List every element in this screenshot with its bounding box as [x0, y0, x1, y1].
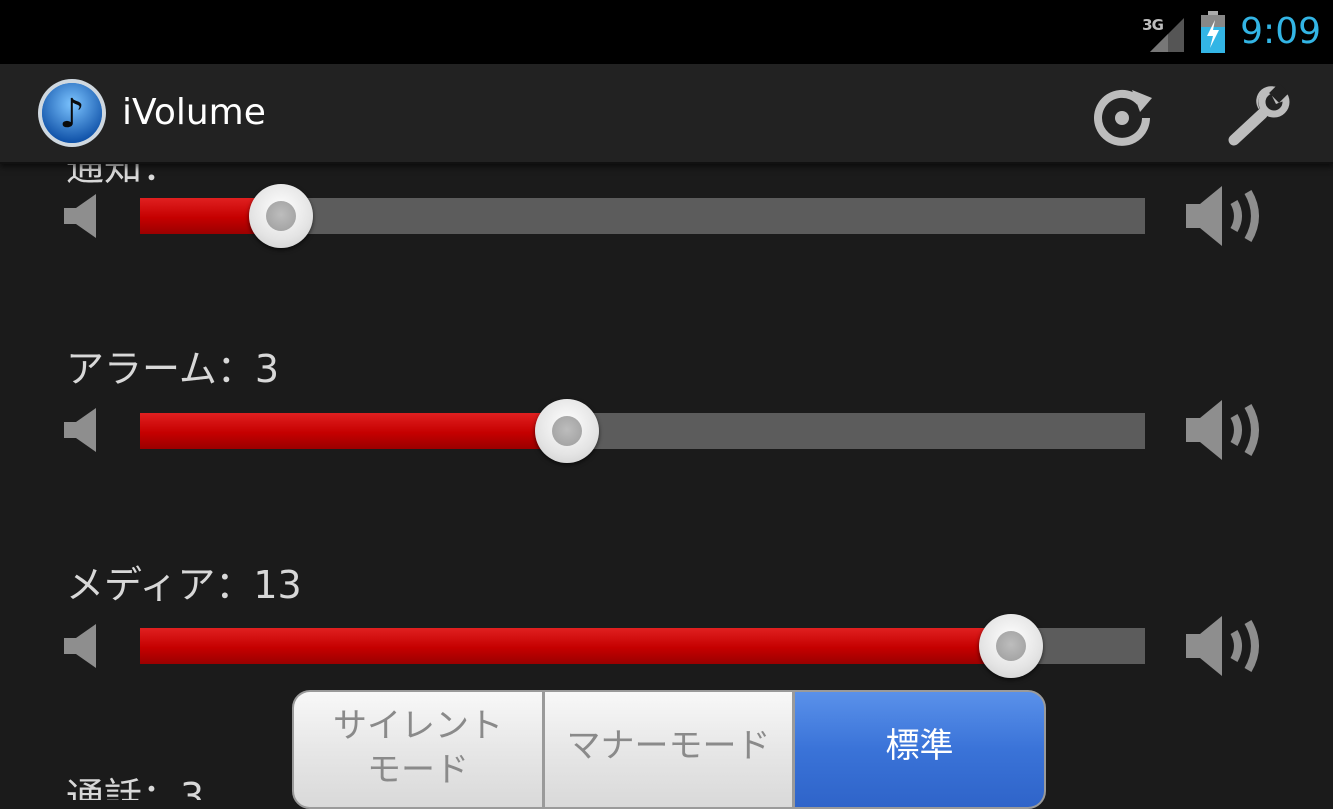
volume-high-icon[interactable]	[1184, 610, 1272, 682]
manner-mode-label: マナーモード	[566, 726, 771, 766]
slider-thumb[interactable]	[249, 184, 313, 248]
app-logo-icon[interactable]: ♪	[36, 77, 108, 149]
app-title: iVolume	[122, 92, 266, 133]
action-bar: ♪ iVolume	[0, 64, 1333, 164]
slider-fill	[140, 628, 1011, 664]
volume-low-icon[interactable]	[62, 622, 102, 670]
status-indicators: 3G 9:09	[1142, 0, 1321, 64]
manner-mode-button[interactable]: マナーモード	[542, 692, 792, 807]
refresh-icon[interactable]	[1090, 84, 1154, 148]
volume-low-icon[interactable]	[62, 406, 102, 454]
status-clock: 9:09	[1240, 11, 1321, 52]
call-volume-label: 通話：3	[66, 775, 205, 800]
media-volume-label: メディア：13	[66, 563, 302, 607]
status-bar: 3G 9:09	[0, 0, 1333, 64]
volume-high-icon[interactable]	[1184, 394, 1272, 466]
network-type-label: 3G	[1142, 16, 1164, 34]
slider-fill	[140, 413, 567, 449]
alarm-volume-label: アラーム：3	[66, 347, 280, 391]
svg-text:♪: ♪	[59, 91, 85, 137]
notification-volume-label: 通知：	[66, 162, 181, 189]
volume-low-icon[interactable]	[62, 192, 102, 240]
silent-mode-label: サイレント モード	[333, 706, 503, 790]
silent-mode-button[interactable]: サイレント モード	[294, 692, 542, 807]
alarm-volume-slider[interactable]	[140, 399, 1145, 463]
standard-mode-button[interactable]: 標準	[792, 692, 1044, 807]
slider-thumb[interactable]	[979, 614, 1043, 678]
slider-thumb[interactable]	[535, 399, 599, 463]
wrench-settings-icon[interactable]	[1228, 84, 1292, 148]
volume-high-icon[interactable]	[1184, 180, 1272, 252]
standard-mode-label: 標準	[885, 726, 954, 766]
signal-indicator: 3G	[1142, 10, 1186, 54]
media-volume-slider[interactable]	[140, 614, 1145, 678]
ringer-mode-selector: サイレント モード マナーモード 標準	[292, 690, 1046, 809]
battery-charging-icon	[1201, 11, 1226, 53]
notification-volume-slider[interactable]	[140, 184, 1145, 248]
